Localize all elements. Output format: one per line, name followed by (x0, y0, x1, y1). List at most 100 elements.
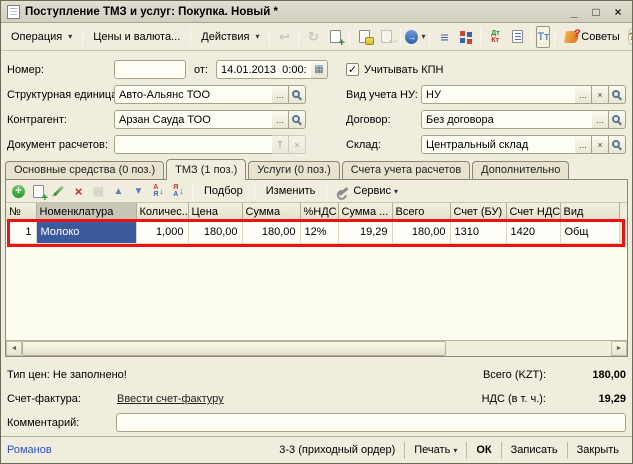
tab-settlement-accounts[interactable]: Счета учета расчетов (342, 161, 470, 180)
reread-icon[interactable]: ↩ (274, 27, 294, 47)
nu-type-input[interactable] (421, 85, 575, 104)
sort-descending-icon[interactable]: ЯА ↓ (170, 183, 187, 200)
table-row[interactable]: 1 Молоко 1,000 180,00 180,00 12% 19,29 1… (6, 221, 619, 243)
clear-button[interactable]: × (592, 135, 609, 154)
ellipsis-button[interactable]: ... (575, 135, 592, 154)
cell-quantity[interactable]: 1,000 (136, 221, 188, 243)
actions-menu-button[interactable]: Действия (195, 29, 265, 45)
contract-input[interactable] (421, 110, 592, 129)
move-up-icon[interactable]: ▲ (110, 183, 127, 200)
clear-button[interactable]: × (592, 85, 609, 104)
cell-number[interactable]: 1 (6, 221, 36, 243)
prices-currency-button[interactable]: Цены и валюта... (87, 29, 186, 45)
end-edit-icon[interactable]: ▦ (90, 183, 107, 200)
copy-add-icon[interactable] (325, 27, 345, 47)
order-type-button[interactable]: 3-3 (приходный ордер) (272, 442, 402, 458)
magnifier-icon[interactable] (609, 110, 626, 129)
toolbar-separator (531, 28, 532, 46)
close-form-button[interactable]: Закрыть (570, 442, 626, 458)
ellipsis-button[interactable]: ... (575, 85, 592, 104)
ellipsis-button[interactable]: ... (272, 110, 289, 129)
go-to-icon[interactable]: → (405, 27, 425, 47)
sort-ascending-icon[interactable]: АЯ ↓ (150, 183, 167, 200)
close-button[interactable]: × (610, 5, 626, 19)
book-icon: ? (564, 31, 579, 43)
delete-row-icon[interactable]: × (70, 183, 87, 200)
cell-total[interactable]: 180,00 (392, 221, 450, 243)
maximize-button[interactable]: □ (588, 5, 604, 19)
structural-unit-input[interactable] (114, 85, 272, 104)
print-button[interactable]: Печать (407, 442, 464, 458)
price-type-text: Тип цен: Не заполнено! (7, 369, 127, 381)
scroll-right-icon[interactable]: ► (611, 341, 627, 356)
report-icon[interactable] (507, 27, 527, 47)
horizontal-scrollbar[interactable]: ◄ ► (6, 340, 627, 356)
col-header-kind: Вид (560, 203, 619, 221)
unpost-document-icon[interactable] (376, 27, 396, 47)
magnifier-icon[interactable] (609, 135, 626, 154)
enter-invoice-link[interactable]: Ввести счет-фактуру (117, 393, 224, 405)
add-row-icon[interactable]: + (10, 183, 27, 200)
pick-button[interactable]: Подбор (198, 183, 249, 199)
ellipsis-button[interactable]: ... (592, 110, 609, 129)
col-header-quantity: Количес... (136, 203, 188, 221)
toolbar-separator (326, 182, 327, 200)
operation-menu-button[interactable]: Операция (5, 29, 78, 45)
col-header-sum: Сумма (242, 203, 300, 221)
clear-button[interactable]: × (289, 135, 306, 154)
move-down-icon[interactable]: ▼ (130, 183, 147, 200)
tab-services[interactable]: Услуги (0 поз.) (248, 161, 339, 180)
nu-type-label: Вид учета НУ: (346, 89, 421, 101)
scroll-left-icon[interactable]: ◄ (6, 341, 22, 356)
col-header-account-bu: Счет (БУ) (450, 203, 506, 221)
settlement-doc-input[interactable] (114, 135, 272, 154)
ok-button[interactable]: ОК (469, 442, 498, 458)
scrollbar-thumb[interactable] (22, 341, 446, 356)
magnifier-icon[interactable] (609, 85, 626, 104)
copy-row-icon[interactable] (30, 183, 47, 200)
save-button[interactable]: Записать (504, 442, 565, 458)
cell-price[interactable]: 180,00 (188, 221, 242, 243)
tips-button[interactable]: ? Советы (559, 29, 625, 45)
service-menu-button[interactable]: Сервис (332, 183, 404, 199)
structural-unit-label: Структурная единица: (7, 89, 114, 101)
invoice-label: Счет-фактура: (7, 393, 117, 405)
tab-additional[interactable]: Дополнительно (472, 161, 569, 180)
tt-toggle-button[interactable]: Тт (536, 26, 550, 48)
minimize-button[interactable]: _ (566, 5, 582, 19)
cell-account-bu[interactable]: 1310 (450, 221, 506, 243)
items-table: № Номенклатура Количес... Цена Сумма %НД… (6, 203, 620, 244)
cell-kind[interactable]: Общ (560, 221, 619, 243)
edit-row-icon[interactable] (50, 183, 67, 200)
change-button[interactable]: Изменить (260, 183, 322, 199)
date-label: от: (194, 64, 208, 76)
cell-vat-rate[interactable]: 12% (300, 221, 338, 243)
kpn-checkbox-label: Учитывать КПН (364, 64, 444, 76)
checklist-icon[interactable] (456, 27, 476, 47)
debit-credit-icon[interactable]: ДтКт (485, 27, 505, 47)
comment-input[interactable] (116, 413, 626, 432)
totals-section: Тип цен: Не заполнено! Всего (KZT): 180,… (1, 357, 632, 411)
refresh-icon[interactable]: ↻ (303, 27, 323, 47)
tab-tmz[interactable]: ТМЗ (1 поз.) (166, 159, 246, 180)
text-select-button[interactable]: Т (272, 135, 289, 154)
kpn-checkbox[interactable]: ✓ (346, 63, 359, 76)
magnifier-icon[interactable] (289, 110, 306, 129)
cell-vat-sum[interactable]: 19,29 (338, 221, 392, 243)
list-icon[interactable]: ≡ (434, 27, 454, 47)
counterparty-input[interactable] (114, 110, 272, 129)
number-input[interactable] (114, 60, 186, 79)
date-input[interactable] (216, 60, 311, 79)
toolbar-separator (192, 182, 193, 200)
cell-account-vat[interactable]: 1420 (506, 221, 560, 243)
post-document-icon[interactable] (354, 27, 374, 47)
ellipsis-button[interactable]: ... (272, 85, 289, 104)
tab-fixed-assets[interactable]: Основные средства (0 поз.) (5, 161, 164, 180)
magnifier-icon[interactable] (289, 85, 306, 104)
toolbar-separator (298, 28, 299, 46)
help-icon[interactable]: ? (628, 28, 633, 45)
warehouse-input[interactable] (421, 135, 575, 154)
calendar-icon[interactable]: ▦ (311, 60, 328, 79)
cell-nomenclature[interactable]: Молоко (36, 221, 136, 243)
cell-sum[interactable]: 180,00 (242, 221, 300, 243)
